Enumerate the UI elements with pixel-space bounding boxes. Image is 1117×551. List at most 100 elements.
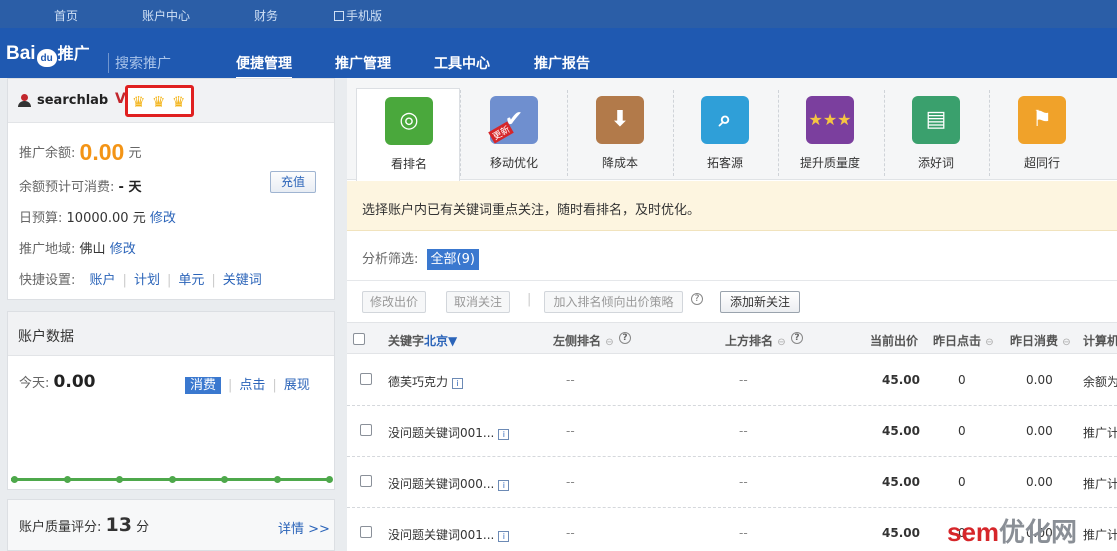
click-cell: 0 — [958, 373, 966, 387]
nav-quick-manage[interactable]: 便捷管理 — [236, 53, 292, 80]
th-click-label: 昨日点击 — [933, 334, 982, 348]
tool-beat-peers[interactable]: ⚑ 超同行 — [990, 88, 1094, 180]
word-board-icon: ▤ — [912, 96, 960, 144]
tool-add-words[interactable]: ▤ 添好词 — [884, 88, 988, 180]
crown-badges[interactable]: ♛ ♛ ♛ — [125, 85, 194, 117]
filter-all[interactable]: 全部(9) — [426, 249, 479, 270]
tool-label: 超同行 — [1023, 156, 1060, 170]
top-rank-cell: -- — [739, 424, 748, 438]
keyword-cell: 没问题关键词000... i — [388, 475, 510, 492]
region-value: 佛山 — [79, 242, 106, 257]
help-icon[interactable]: ? — [691, 293, 703, 305]
divider — [347, 280, 1117, 281]
tool-see-rank[interactable]: ◎ 看排名 — [356, 88, 460, 181]
left-rank-cell: -- — [566, 424, 575, 438]
th-left-rank[interactable]: 左侧排名 ⊖ — [553, 332, 614, 349]
cost-cell: 0.00 — [1026, 373, 1053, 387]
th-top-rank-label: 上方排名 — [725, 334, 774, 348]
quick-plan-link[interactable]: 计划 — [134, 273, 160, 288]
top-rank-cell: -- — [739, 373, 748, 387]
help-icon[interactable]: ? — [619, 332, 631, 344]
region-dropdown[interactable]: 北京▼ — [424, 334, 457, 348]
tool-label: 拓客源 — [706, 156, 743, 170]
tool-mobile-optimize[interactable]: ✔ 更新 移动优化 — [462, 88, 566, 180]
row-checkbox[interactable] — [360, 373, 372, 385]
watermark-a: sem — [947, 517, 1000, 547]
th-yesterday-cost[interactable]: 昨日消费 ⊖ — [1010, 332, 1071, 349]
trend-point — [169, 476, 176, 483]
watermark-b: 优化网 — [999, 517, 1078, 547]
tool-reduce-cost[interactable]: ⬇ 降成本 — [568, 88, 672, 180]
watermark-logo: sem优化网 — [947, 512, 1077, 549]
help-icon[interactable]: ? — [791, 332, 803, 344]
quality-unit: 分 — [136, 520, 150, 535]
row-checkbox[interactable] — [360, 475, 372, 487]
th-top-rank[interactable]: 上方排名 ⊖ — [725, 332, 786, 349]
sort-icon: ⊖ — [985, 337, 994, 348]
th-yesterday-click[interactable]: 昨日点击 ⊖ — [933, 332, 994, 349]
row-checkbox[interactable] — [360, 526, 372, 538]
today-row: 今天: 0.00 — [19, 372, 95, 392]
trend-point — [11, 476, 18, 483]
th-keyword[interactable]: 关键字北京▼ — [388, 332, 457, 349]
nav-promo-manage[interactable]: 推广管理 — [335, 53, 391, 73]
calc-cell: 余额为 — [1083, 375, 1117, 389]
th-cost-label: 昨日消费 — [1010, 334, 1059, 348]
crown-icon: ♛ — [172, 93, 186, 111]
th-calc: 计算机 — [1083, 334, 1117, 348]
tab-cost[interactable]: 消费 — [185, 377, 222, 394]
budget-value: 10000.00 元 — [66, 211, 146, 226]
keyword-cell: 没问题关键词001... i — [388, 424, 510, 441]
info-icon[interactable]: i — [498, 480, 510, 491]
row-checkbox[interactable] — [360, 424, 372, 436]
runner-icon: ⚑ — [1018, 96, 1066, 144]
tab-impression[interactable]: 展现 — [284, 378, 310, 393]
tab-click[interactable]: 点击 — [239, 378, 265, 393]
today-label: 今天: — [19, 376, 50, 391]
bid-cell[interactable]: 45.00 — [882, 424, 920, 438]
nav-finance[interactable]: 财务 — [254, 7, 278, 24]
product-name: 搜索推广 — [108, 53, 171, 73]
nav-tool-center[interactable]: 工具中心 — [434, 53, 490, 73]
quality-label: 账户质量评分: — [19, 520, 102, 535]
bid-cell[interactable]: 45.00 — [882, 373, 920, 387]
info-icon[interactable]: i — [498, 531, 510, 542]
add-follow-button[interactable]: 添加新关注 — [720, 291, 800, 313]
region-edit-link[interactable]: 修改 — [110, 242, 136, 257]
info-icon[interactable]: i — [498, 429, 510, 440]
budget-edit-link[interactable]: 修改 — [150, 211, 176, 226]
th-bid[interactable]: 当前出价 — [870, 332, 918, 349]
user-icon — [18, 94, 32, 108]
nav-account-center[interactable]: 账户中心 — [142, 7, 190, 24]
modify-bid-button[interactable]: 修改出价 — [362, 291, 426, 313]
trend-point — [326, 476, 333, 483]
select-all-checkbox[interactable] — [353, 333, 365, 345]
piggy-bank-icon: ⬇ — [596, 96, 644, 144]
quick-label: 快捷设置: — [19, 273, 76, 288]
bid-cell[interactable]: 45.00 — [882, 526, 920, 540]
calc-cell: 推广计 — [1083, 528, 1117, 542]
keyword-cell: 德芙巧克力 i — [388, 373, 464, 390]
tool-expand-customers[interactable]: ⌕ 拓客源 — [673, 88, 777, 180]
nav-promo-report[interactable]: 推广报告 — [534, 53, 590, 73]
region-label: 推广地域: — [19, 242, 76, 257]
keyword-cell: 没问题关键词001... i — [388, 526, 510, 543]
nav-home[interactable]: 首页 — [54, 7, 78, 24]
recharge-button[interactable]: 充值 — [270, 171, 316, 193]
tool-improve-quality[interactable]: ★★★ 提升质量度 — [778, 88, 882, 180]
quick-account-link[interactable]: 账户 — [90, 273, 116, 288]
baidu-logo[interactable]: Bai du 推广 — [6, 40, 90, 67]
th-keyword-label: 关键字 — [388, 334, 425, 348]
nav-mobile[interactable]: 手机版 — [334, 7, 382, 24]
quick-keyword-link[interactable]: 关键词 — [223, 273, 262, 288]
account-data-panel: 账户数据 今天: 0.00 消费 | 点击 | 展现 — [7, 311, 335, 490]
add-strategy-button[interactable]: 加入排名倾向出价策略 — [544, 291, 683, 313]
budget-row: 日预算: 10000.00 元 修改 — [19, 207, 176, 226]
quality-score: 13 — [105, 514, 132, 536]
unfollow-button[interactable]: 取消关注 — [446, 291, 510, 313]
bid-cell[interactable]: 45.00 — [882, 475, 920, 489]
trend-point — [274, 476, 281, 483]
info-icon[interactable]: i — [452, 378, 464, 389]
quick-unit-link[interactable]: 单元 — [178, 273, 204, 288]
quality-detail-link[interactable]: 详情 >> — [278, 518, 330, 537]
